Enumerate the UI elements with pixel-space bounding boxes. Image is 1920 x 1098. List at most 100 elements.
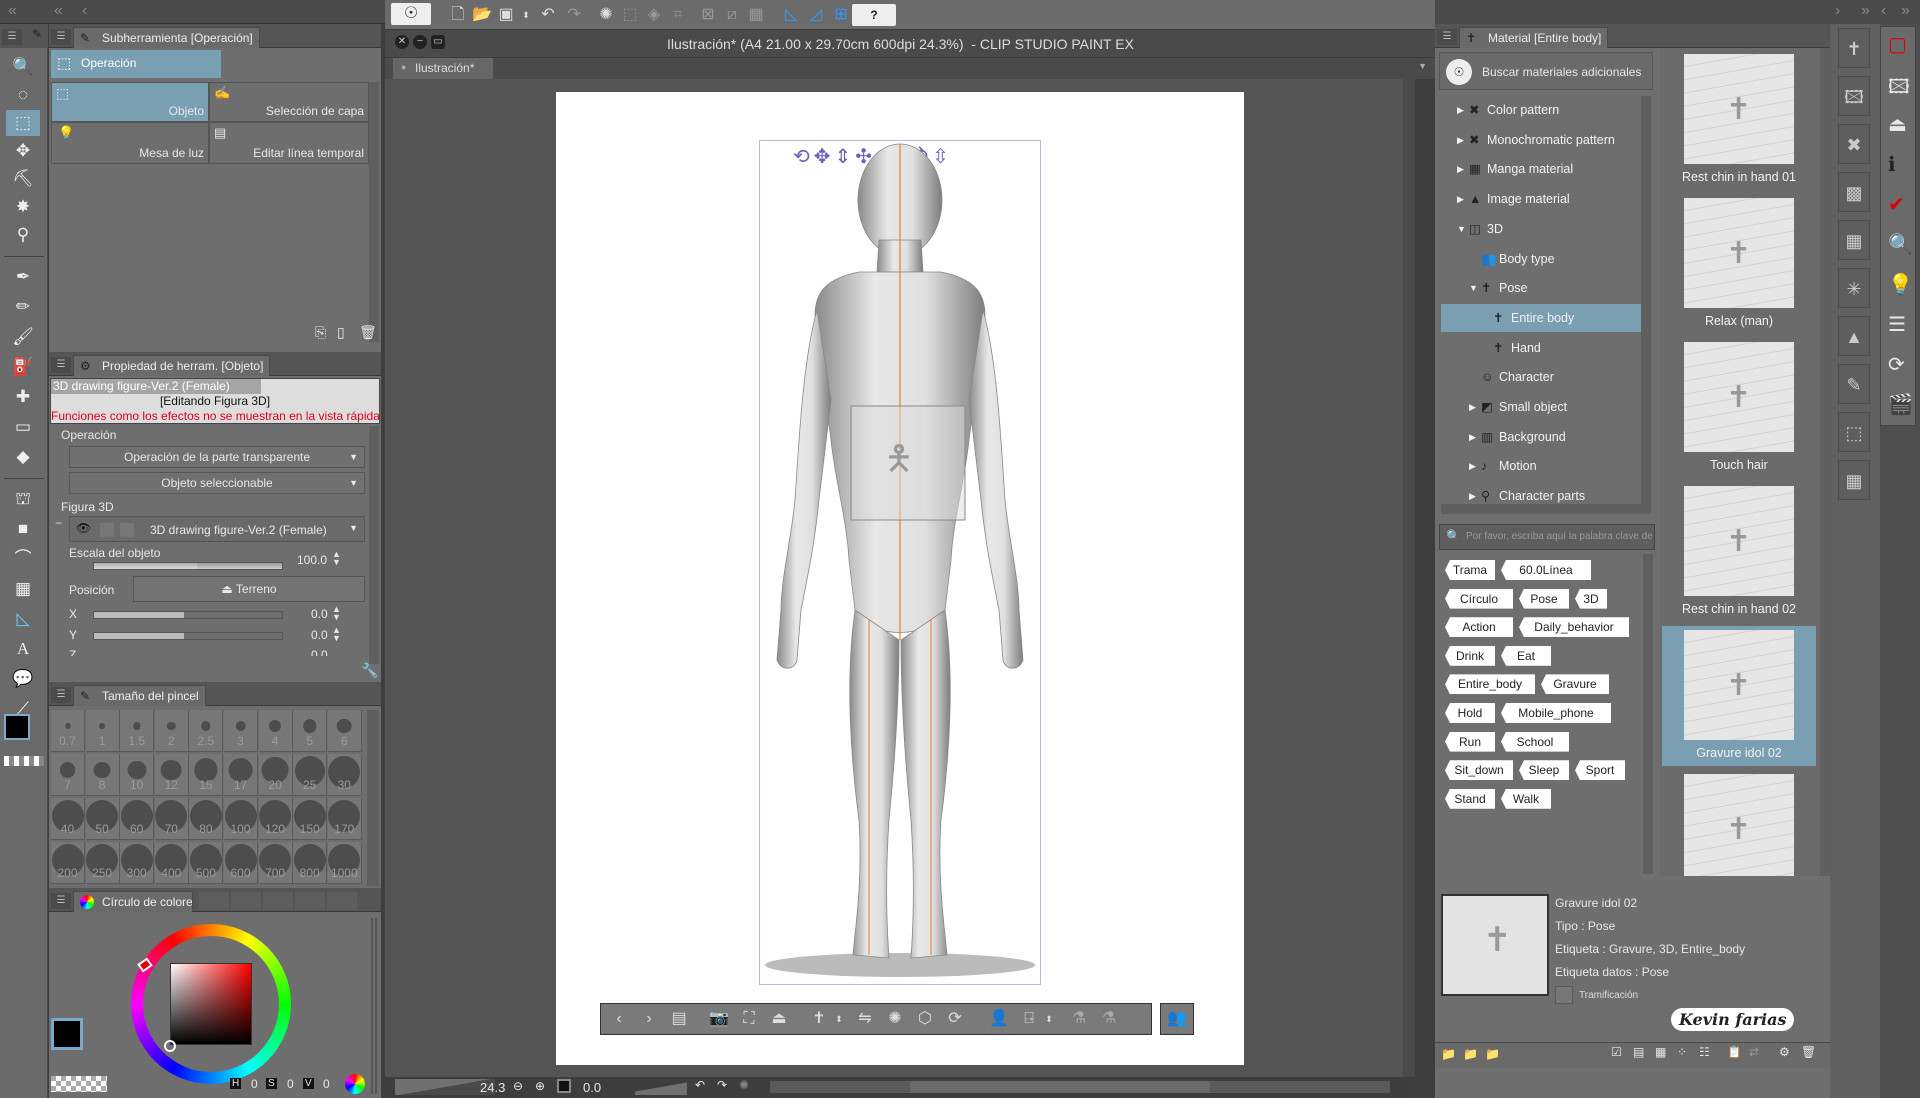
animation-icon[interactable]: 🎬 (1888, 392, 1913, 417)
collapse-all-icon[interactable]: » (1901, 2, 1910, 20)
material-mono-shortcut[interactable]: ✖ (1838, 124, 1870, 164)
tag-chip[interactable]: Gravure (1541, 674, 1609, 695)
lock-box[interactable] (100, 523, 114, 537)
expanded-icon[interactable]: ▼ (1469, 274, 1478, 302)
tree-item[interactable]: ▶ ▥ Background (1441, 423, 1641, 451)
brush-size-cell[interactable]: 70 (154, 798, 189, 840)
property-scrollbar[interactable] (369, 426, 379, 664)
tab-color-set[interactable] (231, 892, 261, 910)
y-value[interactable]: 0.0 (311, 628, 328, 642)
tag-chip[interactable]: Action (1445, 617, 1513, 638)
search-more-materials-button[interactable]: ☉ Buscar materiales adicionales (1439, 52, 1653, 90)
brush-size-cell[interactable]: 17 (224, 754, 258, 796)
material-effect-shortcut[interactable]: ✳ (1838, 268, 1870, 308)
tag-chip[interactable]: Eat (1501, 645, 1551, 666)
stepper-icon[interactable]: ⬍ (825, 1007, 853, 1031)
collapse-icon[interactable]: ‹ (1881, 2, 1886, 20)
menu-icon[interactable]: ☰ (2, 29, 22, 45)
material-manga-shortcut[interactable]: ▦ (1838, 220, 1870, 260)
subtool-group-operation[interactable]: ⬚ Operación (51, 50, 221, 78)
register-figure-button[interactable]: 👥 (1160, 1003, 1194, 1035)
navigator-icon[interactable]: 🖾 (1888, 72, 1910, 106)
subtool-item-objeto[interactable]: ⬚ Objeto (51, 82, 209, 122)
collapse-panel-icon[interactable]: « (54, 2, 63, 20)
subtool-item-mesa-luz[interactable]: 💡 Mesa de luz (51, 122, 209, 164)
material-thumbnail-item[interactable]: ✝ Relax (man) (1662, 194, 1816, 334)
material-thumbnail-item[interactable]: ✝ Touch hair (1662, 338, 1816, 478)
tab-list-icon[interactable]: ▼ (1418, 61, 1427, 71)
close-window-icon[interactable]: ✕ (395, 35, 409, 49)
tag-chip[interactable]: Mobile_phone (1501, 703, 1611, 723)
brush-size-cell[interactable]: 1000 (327, 842, 362, 884)
collapsed-icon[interactable]: ▶ (1457, 96, 1464, 124)
figure-tool-icon[interactable]: ⌒ (6, 546, 40, 572)
tag-chip[interactable]: Sleep (1519, 760, 1569, 781)
copy-subtool-icon[interactable]: ⎘ (315, 324, 326, 341)
color-mode-switch-icon[interactable] (345, 1074, 365, 1094)
large-thumb-icon[interactable]: ▦ (1655, 1045, 1666, 1059)
tree-item[interactable]: ▶ ◩ Small object (1441, 393, 1641, 421)
canvas-vscrollbar[interactable] (1403, 79, 1415, 1077)
tree-scrollbar[interactable] (1641, 96, 1651, 506)
collapsed-icon[interactable]: ▶ (1469, 393, 1476, 421)
material-thumbnail-item[interactable]: ✝ Gravure idol 02 (1662, 626, 1816, 766)
tab-document[interactable]: ● Ilustración* (393, 58, 493, 80)
tag-chip[interactable]: Walk (1501, 788, 1551, 809)
brush-size-cell[interactable]: 300 (120, 842, 155, 884)
ruler-tool-icon[interactable]: ◺ (6, 606, 40, 632)
canvas-hscrollbar[interactable] (770, 1081, 1390, 1093)
menu-icon[interactable]: ☰ (51, 357, 71, 373)
transparent-op-dropdown[interactable]: Operación de la parte transparente ▼ (69, 446, 365, 468)
tree-item[interactable]: ▼ ✝ Pose (1441, 274, 1641, 302)
register-pose-icon[interactable]: 👤 (985, 1007, 1013, 1031)
new-file-icon[interactable]: 🗋 (445, 4, 471, 26)
collapsed-icon[interactable]: ▶ (1457, 185, 1464, 213)
tab-color-slider[interactable] (199, 892, 229, 910)
material-image-shortcut[interactable]: 🖾 (1838, 76, 1870, 116)
tree-item[interactable]: 👥 Body type (1441, 245, 1641, 273)
airbrush-tool-icon[interactable]: ⛽ (6, 354, 40, 380)
ground-icon[interactable]: ⏏ (765, 1007, 793, 1031)
maximize-window-icon[interactable]: ▭ (431, 35, 445, 49)
balloon-tool-icon[interactable]: 💬 (6, 666, 40, 692)
fit-icon[interactable]: ⛶ (735, 1007, 763, 1031)
ground-button[interactable]: ⏏ Terreno (133, 576, 365, 602)
tone-checkbox[interactable] (1555, 986, 1573, 1004)
menu-icon[interactable]: ☰ (51, 893, 71, 909)
loading-icon[interactable]: ✺ (593, 4, 619, 26)
brush-size-cell[interactable]: 700 (258, 842, 293, 884)
brush-size-cell[interactable]: 20 (258, 754, 293, 796)
detail-view-icon[interactable]: ▤ (1633, 1045, 1644, 1059)
figure-select[interactable]: 👁 3D drawing figure-Ver.2 (Female) ▼ (69, 516, 365, 542)
brush-size-cell[interactable]: 12 (154, 754, 189, 796)
brush-size-cell[interactable]: 10 (120, 754, 155, 796)
fit-screen-icon[interactable] (557, 1079, 571, 1093)
collapse-icon[interactable]: − (55, 516, 62, 530)
tab-approx-color[interactable] (295, 892, 325, 910)
tag-chip[interactable]: Stand (1445, 788, 1495, 809)
prev-icon[interactable]: ‹ (82, 2, 87, 20)
transparent-color-chip[interactable] (51, 1076, 107, 1092)
material-brush-shortcut[interactable]: ✎ (1838, 364, 1870, 404)
layer-panel-icon[interactable]: ▢ (1888, 32, 1907, 57)
material-frame-shortcut[interactable]: ▦ (1838, 460, 1870, 500)
brush-size-cell[interactable]: 0.7 (51, 710, 85, 752)
tag-chip[interactable]: Daily_behavior (1519, 617, 1629, 638)
stepper-icon[interactable]: ▲ ▼ (332, 605, 341, 622)
brush-size-cell[interactable]: 200 (51, 842, 85, 884)
snap-grid-icon[interactable]: ⊞ (828, 4, 854, 26)
tag-chip[interactable]: Pose (1519, 588, 1569, 609)
add-folder-icon[interactable]: 📁 (1463, 1047, 1478, 1061)
fill-tool-icon[interactable]: ⛫ (6, 486, 40, 512)
frame-tool-icon[interactable]: ▦ (6, 576, 40, 602)
expand-icon[interactable]: › (1835, 2, 1840, 20)
delete-subtool-icon[interactable]: 🗑 (359, 324, 377, 341)
new-subtool-icon[interactable]: ▯ (337, 324, 345, 341)
material-tone-shortcut[interactable]: ▩ (1838, 172, 1870, 212)
unlock-joints-icon[interactable]: ⚗ (1095, 1007, 1123, 1031)
text-tool-icon[interactable]: A (6, 636, 40, 662)
tab-property[interactable]: ⚙ Propiedad de herram. [Objeto] (73, 355, 271, 376)
brush-size-cell[interactable]: 7 (51, 754, 85, 796)
tag-chip[interactable]: School (1501, 731, 1569, 752)
blend-tool-icon[interactable]: ◆ (6, 444, 40, 470)
